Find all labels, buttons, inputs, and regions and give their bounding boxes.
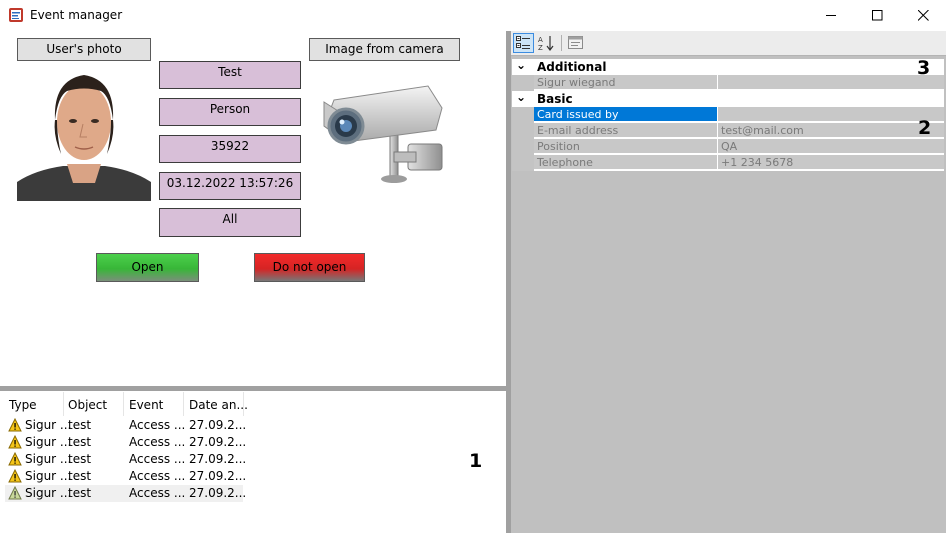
cell-date: 27.09.2... xyxy=(189,435,247,449)
user-photo xyxy=(17,66,151,201)
property-name: Sigur wiegand xyxy=(534,75,717,90)
cell-event: Access ... xyxy=(129,435,186,449)
field-type: Person xyxy=(159,98,301,126)
column-header-event[interactable]: Event xyxy=(129,397,163,417)
column-divider[interactable] xyxy=(63,392,64,416)
cell-type: Sigur ... xyxy=(25,435,72,449)
cell-type: Sigur ... xyxy=(25,469,72,483)
table-row[interactable]: Sigur ... test Access ... 27.09.2... xyxy=(5,417,247,434)
svg-text:A: A xyxy=(538,36,543,44)
security-camera-icon xyxy=(323,85,443,183)
maximize-button[interactable] xyxy=(854,0,900,31)
callout-3: 3 xyxy=(917,57,931,79)
field-datetime: 03.12.2022 13:57:26 xyxy=(159,172,301,200)
do-not-open-button[interactable]: Do not open xyxy=(254,253,365,282)
column-divider[interactable] xyxy=(123,392,124,416)
property-grid-toolbar: A Z xyxy=(511,31,946,56)
callout-2: 2 xyxy=(918,117,932,139)
cell-type: Sigur ... xyxy=(25,486,72,500)
property-grid: ⌄ Additional Sigur wiegand ⌄ Basic Card … xyxy=(512,57,944,171)
close-icon xyxy=(917,10,929,21)
warning-icon xyxy=(8,486,22,500)
row-margin xyxy=(512,139,534,155)
property-value[interactable]: QA xyxy=(717,139,944,154)
column-header-type[interactable]: Type xyxy=(9,397,37,417)
field-name: Test xyxy=(159,61,301,89)
cell-object: test xyxy=(68,418,92,432)
category-label: Additional xyxy=(537,60,607,74)
property-value[interactable]: test@mail.com xyxy=(717,123,944,138)
alphabetical-sort-button[interactable]: A Z xyxy=(536,33,557,53)
window-title: Event manager xyxy=(30,8,123,22)
property-value[interactable]: +1 234 5678 xyxy=(717,155,944,170)
maximize-icon xyxy=(871,10,882,21)
column-header-object[interactable]: Object xyxy=(68,397,107,417)
cell-object: test xyxy=(68,452,92,466)
property-row-telephone[interactable]: Telephone +1 234 5678 xyxy=(512,155,944,171)
cell-date: 27.09.2... xyxy=(189,469,247,483)
property-row-position[interactable]: Position QA xyxy=(512,139,944,155)
property-pages-button[interactable] xyxy=(565,33,586,53)
table-row[interactable]: Sigur ... test Access ... 27.09.2... xyxy=(5,451,247,468)
property-row-email[interactable]: E-mail address test@mail.com xyxy=(512,123,944,139)
cell-object: test xyxy=(68,469,92,483)
property-row-card-issued-by[interactable]: Card issued by xyxy=(512,107,944,123)
categorized-view-icon xyxy=(516,36,530,49)
categorized-view-button[interactable] xyxy=(513,33,534,53)
category-additional[interactable]: ⌄ Additional xyxy=(512,57,944,75)
title-bar: Event manager xyxy=(0,0,946,31)
field-id: 35922 xyxy=(159,135,301,163)
row-margin xyxy=(512,155,534,171)
toolbar-separator xyxy=(561,35,562,51)
row-margin xyxy=(512,123,534,139)
property-row-sigur-wiegand[interactable]: Sigur wiegand xyxy=(512,75,944,91)
chevron-down-icon[interactable]: ⌄ xyxy=(516,89,526,105)
property-value[interactable] xyxy=(717,75,944,90)
cell-object: test xyxy=(68,435,92,449)
cell-date: 27.09.2... xyxy=(189,452,247,466)
field-access-point: All xyxy=(159,208,301,237)
row-margin xyxy=(512,107,534,123)
table-row[interactable]: Sigur ... test Access ... 27.09.2... xyxy=(5,468,247,485)
warning-icon xyxy=(8,435,22,449)
cell-event: Access ... xyxy=(129,452,186,466)
cell-date: 27.09.2... xyxy=(189,418,247,432)
property-name: Telephone xyxy=(534,155,717,170)
camera-image-label: Image from camera xyxy=(309,38,460,61)
warning-icon xyxy=(8,418,22,432)
svg-text:Z: Z xyxy=(538,44,543,51)
event-manager-app-icon xyxy=(9,8,23,22)
close-button[interactable] xyxy=(900,0,946,31)
cell-date: 27.09.2... xyxy=(189,486,247,500)
category-basic[interactable]: ⌄ Basic xyxy=(512,89,944,107)
category-label: Basic xyxy=(537,92,573,106)
minimize-button[interactable] xyxy=(808,0,854,31)
property-name-selected: Card issued by xyxy=(534,107,717,122)
property-pages-icon xyxy=(568,36,583,49)
cell-event: Access ... xyxy=(129,469,186,483)
cell-object: test xyxy=(68,486,92,500)
table-row[interactable]: Sigur ... test Access ... 27.09.2... xyxy=(5,485,247,502)
users-photo-label: User's photo xyxy=(17,38,151,61)
minimize-icon xyxy=(825,15,836,16)
column-divider[interactable] xyxy=(183,392,184,416)
cell-event: Access ... xyxy=(129,418,186,432)
table-row[interactable]: Sigur ... test Access ... 27.09.2... xyxy=(5,434,247,451)
warning-icon xyxy=(8,469,22,483)
cell-event: Access ... xyxy=(129,486,186,500)
callout-1: 1 xyxy=(469,450,483,472)
cell-type: Sigur ... xyxy=(25,418,72,432)
alphabetical-sort-icon: A Z xyxy=(538,36,554,51)
chevron-down-icon[interactable]: ⌄ xyxy=(516,57,526,73)
column-header-date[interactable]: Date an... xyxy=(189,397,248,417)
warning-icon xyxy=(8,452,22,466)
property-name: E-mail address xyxy=(534,123,717,138)
open-button[interactable]: Open xyxy=(96,253,199,282)
property-value[interactable] xyxy=(717,107,944,122)
property-name: Position xyxy=(534,139,717,154)
column-divider[interactable] xyxy=(243,392,244,416)
cell-type: Sigur ... xyxy=(25,452,72,466)
